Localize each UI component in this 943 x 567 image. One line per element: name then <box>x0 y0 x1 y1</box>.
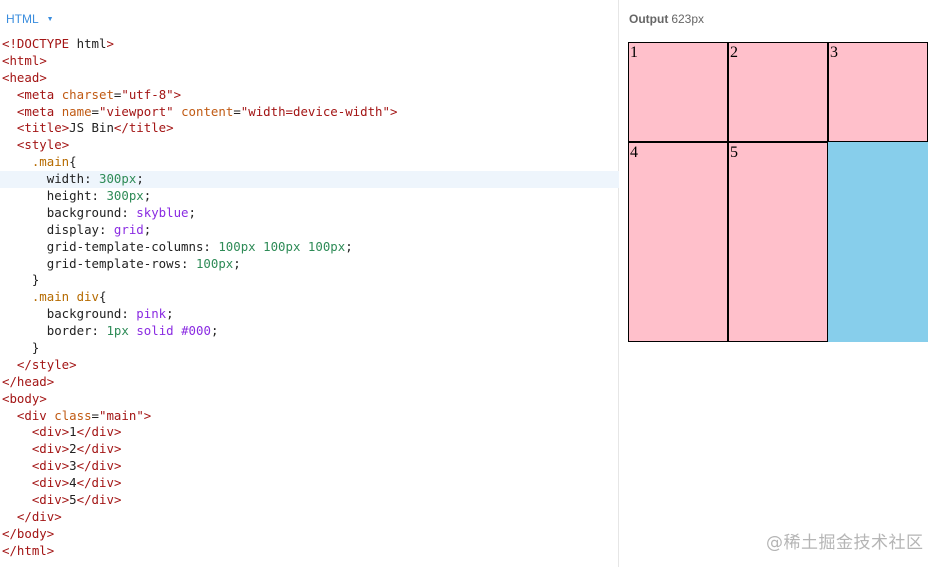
chevron-down-icon: ▼ <box>46 15 54 23</box>
output-label: Output <box>629 12 669 26</box>
code-line[interactable]: .main{ <box>0 154 619 171</box>
grid-item: 3 <box>828 42 928 142</box>
grid-item: 4 <box>628 142 728 342</box>
code-line[interactable]: <div>1</div> <box>0 424 619 441</box>
output-width: 623px <box>671 12 705 26</box>
code-line[interactable]: } <box>0 272 619 289</box>
code-line[interactable]: </body> <box>0 526 619 543</box>
code-line[interactable]: <style> <box>0 137 619 154</box>
code-line[interactable]: </html> <box>0 543 619 560</box>
code-line[interactable]: <meta name="viewport" content="width=dev… <box>0 104 619 121</box>
watermark: @稀土掘金技术社区 <box>766 533 924 553</box>
code-line[interactable]: </style> <box>0 357 619 374</box>
code-line[interactable]: height: 300px; <box>0 188 619 205</box>
code-line[interactable]: <title>JS Bin</title> <box>0 120 619 137</box>
grid-container: 12345 <box>628 42 928 342</box>
code-line[interactable]: background: pink; <box>0 306 619 323</box>
grid-item: 5 <box>728 142 828 342</box>
code-line[interactable]: </div> <box>0 509 619 526</box>
code-line[interactable]: </head> <box>0 374 619 391</box>
code-line[interactable]: display: grid; <box>0 222 619 239</box>
grid-item: 1 <box>628 42 728 142</box>
code-line[interactable]: grid-template-rows: 100px; <box>0 256 619 273</box>
code-area[interactable]: <!DOCTYPE html> <html> <head> <meta charse… <box>0 36 619 560</box>
code-editor-panel: HTML ▼ <!DOCTYPE html> <html> <head> <meta… <box>0 0 619 567</box>
code-line[interactable]: <!DOCTYPE html> <box>0 36 619 53</box>
code-line[interactable]: width: 300px; <box>0 171 619 189</box>
code-line[interactable]: .main div{ <box>0 289 619 306</box>
code-line[interactable]: <head> <box>0 70 619 87</box>
code-line[interactable]: <div>4</div> <box>0 475 619 492</box>
language-selector[interactable]: HTML ▼ <box>6 11 54 27</box>
language-label: HTML <box>6 12 39 26</box>
code-line[interactable]: <div>2</div> <box>0 441 619 458</box>
code-line[interactable]: <html> <box>0 53 619 70</box>
code-line[interactable]: <meta charset="utf-8"> <box>0 87 619 104</box>
output-header: Output 623px <box>629 12 704 26</box>
code-line[interactable]: border: 1px solid #000; <box>0 323 619 340</box>
grid-item: 2 <box>728 42 828 142</box>
code-line[interactable]: <body> <box>0 391 619 408</box>
code-line[interactable]: } <box>0 340 619 357</box>
code-line[interactable]: grid-template-columns: 100px 100px 100px… <box>0 239 619 256</box>
code-line[interactable]: background: skyblue; <box>0 205 619 222</box>
code-line[interactable]: <div>3</div> <box>0 458 619 475</box>
code-line[interactable]: <div class="main"> <box>0 408 619 425</box>
code-line[interactable]: <div>5</div> <box>0 492 619 509</box>
